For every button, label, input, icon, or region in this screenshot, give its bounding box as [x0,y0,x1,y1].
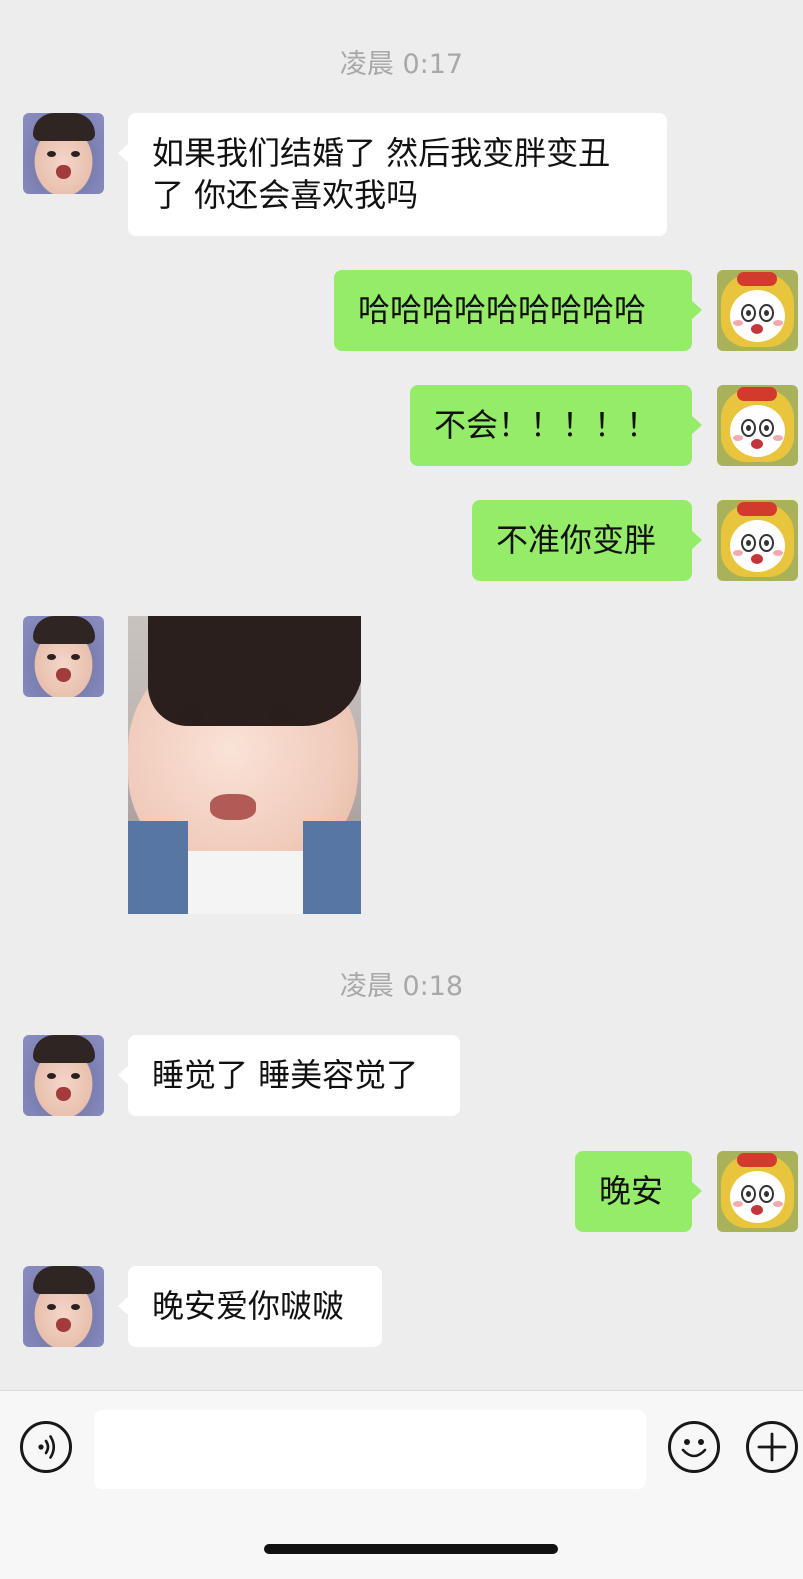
self-avatar[interactable] [717,385,798,466]
voice-icon[interactable] [20,1421,72,1473]
message-bubble[interactable]: 哈哈哈哈哈哈哈哈哈 [334,270,702,351]
timestamp: 凌晨 0:18 [339,971,464,1002]
contact-avatar[interactable] [23,113,104,194]
contact-avatar[interactable] [23,616,104,697]
home-indicator[interactable] [264,1544,558,1554]
message-bubble[interactable]: 晚安 [575,1151,702,1232]
emoji-icon[interactable] [668,1421,720,1473]
message-input[interactable] [94,1410,646,1489]
self-avatar[interactable] [717,1151,798,1232]
message-bubble[interactable]: 不会！！！！！ [410,385,702,466]
message-bubble[interactable]: 晚安爱你啵啵 [118,1266,382,1347]
photo-message[interactable] [128,616,361,914]
self-avatar[interactable] [717,270,798,351]
message-bubble[interactable]: 不准你变胖 [472,500,702,581]
timestamp: 凌晨 0:17 [339,49,464,80]
plus-icon[interactable] [746,1421,798,1473]
chat-area[interactable]: 凌晨 0:17 如果我们结婚了 然后我变胖变丑 了 你还会喜欢我吗 哈哈哈哈哈哈… [0,0,803,1400]
message-bubble[interactable]: 睡觉了 睡美容觉了 [118,1035,460,1116]
contact-avatar[interactable] [23,1266,104,1347]
input-bar [0,1390,803,1579]
contact-avatar[interactable] [23,1035,104,1116]
self-avatar[interactable] [717,500,798,581]
message-bubble[interactable]: 如果我们结婚了 然后我变胖变丑 了 你还会喜欢我吗 [118,113,667,236]
